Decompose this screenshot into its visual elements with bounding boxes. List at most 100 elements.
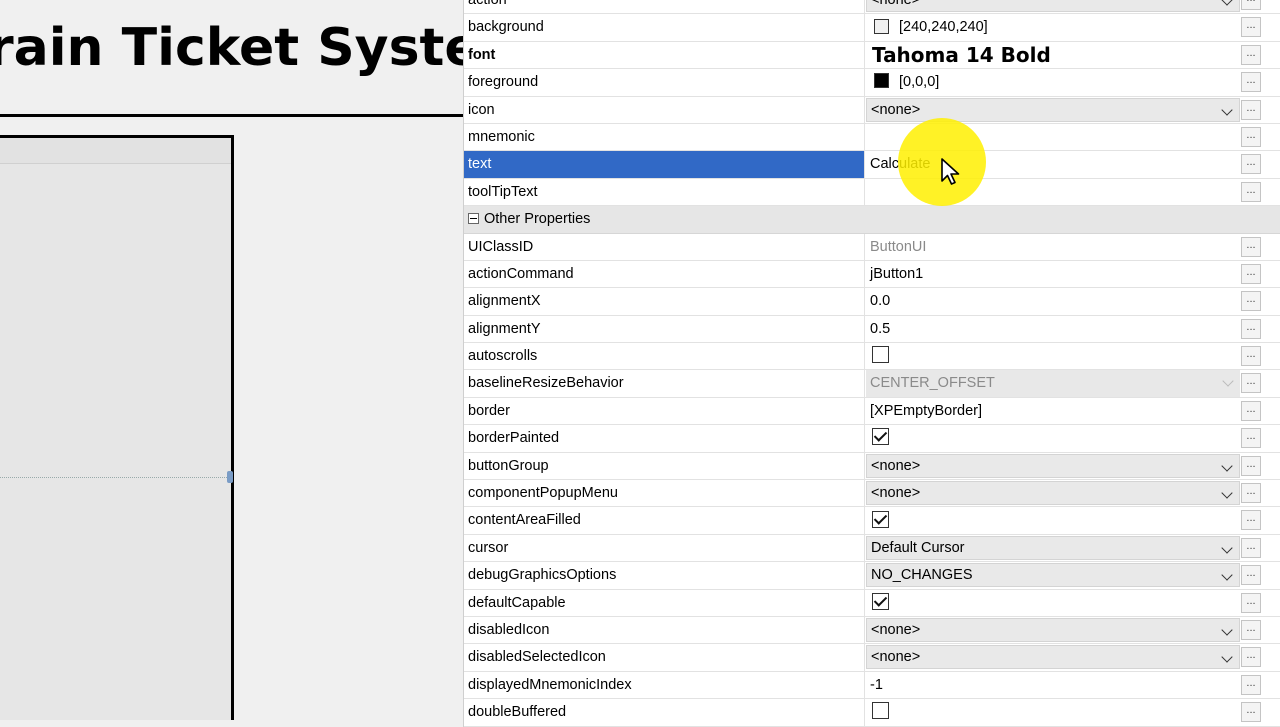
ellipsis-button[interactable]: ... <box>1241 0 1261 10</box>
property-row-uiclass-id[interactable]: UIClassID ButtonUI... <box>464 233 1280 261</box>
property-name[interactable]: text <box>464 151 865 178</box>
property-name[interactable]: toolTipText <box>464 178 865 206</box>
ellipsis-button[interactable]: ... <box>1241 72 1261 93</box>
chevron-down-icon[interactable] <box>1221 542 1233 554</box>
property-row-alignment-x[interactable]: alignmentX 0.0... <box>464 288 1280 316</box>
property-value-dropdown[interactable]: <none> <box>866 97 1240 122</box>
property-name[interactable]: buttonGroup <box>464 452 865 480</box>
ellipsis-button[interactable]: ... <box>1241 428 1261 449</box>
property-name[interactable]: disabledSelectedIcon <box>464 644 865 671</box>
ellipsis-button[interactable]: ... <box>1241 99 1261 120</box>
design-panel[interactable] <box>0 135 234 720</box>
ellipsis-button[interactable]: ... <box>1241 181 1261 202</box>
property-name[interactable]: foreground <box>464 69 865 96</box>
property-name[interactable]: icon <box>464 96 865 123</box>
property-value[interactable] <box>866 124 1240 150</box>
ellipsis-button[interactable]: ... <box>1241 291 1261 312</box>
property-row-cursor[interactable]: cursor Default Cursor... <box>464 534 1280 563</box>
property-row-disabled-selected-icon[interactable]: disabledSelectedIcon <none>... <box>464 644 1280 672</box>
chevron-down-icon[interactable] <box>1221 103 1233 116</box>
property-value-dropdown[interactable]: <none> <box>866 481 1240 506</box>
minus-square-icon[interactable] <box>468 213 479 225</box>
property-checkbox[interactable] <box>872 346 889 364</box>
ellipsis-button[interactable]: ... <box>1241 126 1261 147</box>
ellipsis-button[interactable]: ... <box>1241 373 1261 394</box>
property-row-disabled-icon[interactable]: disabledIcon <none>... <box>464 616 1280 645</box>
property-row-button-group[interactable]: buttonGroup <none>... <box>464 452 1280 481</box>
property-value-dropdown[interactable]: <none> <box>866 645 1240 670</box>
property-name[interactable]: autoscrolls <box>464 343 865 370</box>
property-value[interactable]: -1 <box>866 672 1240 698</box>
property-name[interactable]: background <box>464 14 865 41</box>
property-name[interactable]: defaultCapable <box>464 589 865 616</box>
property-name[interactable]: cursor <box>464 534 865 562</box>
property-checkbox[interactable] <box>872 592 889 610</box>
property-name[interactable]: debugGraphicsOptions <box>464 562 865 589</box>
ellipsis-button[interactable]: ... <box>1241 483 1261 504</box>
property-value[interactable] <box>866 179 1240 205</box>
property-name[interactable]: mnemonic <box>464 123 865 151</box>
property-name[interactable]: displayedMnemonicIndex <box>464 671 865 699</box>
property-row-content-area-filled[interactable]: contentAreaFilled... <box>464 507 1280 535</box>
property-row-default-capable[interactable]: defaultCapable... <box>464 589 1280 617</box>
property-row-border[interactable]: border [XPEmptyBorder]... <box>464 397 1280 426</box>
ellipsis-button[interactable]: ... <box>1241 565 1261 586</box>
resize-handle[interactable] <box>227 471 233 483</box>
property-value-dropdown[interactable]: <none> <box>866 0 1240 12</box>
property-name[interactable]: border <box>464 397 865 425</box>
property-row-displayed-mnemonic-index[interactable]: displayedMnemonicIndex -1... <box>464 671 1280 700</box>
ellipsis-button[interactable]: ... <box>1241 674 1261 695</box>
property-checkbox[interactable] <box>872 702 889 720</box>
property-row-component-popup-menu[interactable]: componentPopupMenu <none>... <box>464 480 1280 508</box>
property-name[interactable]: actionCommand <box>464 260 865 288</box>
property-value-color[interactable]: [0,0,0] <box>866 69 1240 95</box>
property-row-font[interactable]: font Tahoma 14 Bold... <box>464 41 1280 70</box>
property-value-dropdown[interactable]: NO_CHANGES <box>866 563 1240 588</box>
property-row-action[interactable]: action <none>... <box>464 0 1280 15</box>
ellipsis-button[interactable]: ... <box>1241 702 1261 723</box>
property-checkbox[interactable] <box>872 510 889 528</box>
property-value-dropdown[interactable]: <none> <box>866 617 1240 642</box>
chevron-down-icon[interactable] <box>1221 0 1233 6</box>
ellipsis-button[interactable]: ... <box>1241 44 1261 65</box>
property-value[interactable]: 0.5 <box>866 316 1240 342</box>
property-value[interactable]: jButton1 <box>866 261 1240 287</box>
ellipsis-button[interactable]: ... <box>1241 263 1261 284</box>
property-name[interactable]: componentPopupMenu <box>464 480 865 507</box>
ellipsis-button[interactable]: ... <box>1241 510 1261 531</box>
chevron-down-icon[interactable] <box>1221 459 1233 472</box>
property-name[interactable]: alignmentY <box>464 315 865 343</box>
chevron-down-icon[interactable] <box>1221 569 1233 581</box>
property-row-debug-graphics-options[interactable]: debugGraphicsOptions NO_CHANGES... <box>464 562 1280 590</box>
property-value[interactable]: Calculate <box>866 151 1240 177</box>
property-row-text[interactable]: text Calculate... <box>464 151 1280 179</box>
property-name[interactable]: doubleBuffered <box>464 699 865 726</box>
property-row-autoscrolls[interactable]: autoscrolls... <box>464 343 1280 371</box>
form-title-label[interactable]: rain Ticket Syster <box>0 18 463 78</box>
property-row-mnemonic[interactable]: mnemonic... <box>464 123 1280 152</box>
property-name[interactable]: font <box>464 41 865 69</box>
ellipsis-button[interactable]: ... <box>1241 619 1261 640</box>
property-name[interactable]: disabledIcon <box>464 616 865 644</box>
property-row-action-command[interactable]: actionCommand jButton1... <box>464 260 1280 289</box>
property-row-baseline-resize-behavior[interactable]: baselineResizeBehavior CENTER_OFFSET... <box>464 370 1280 398</box>
chevron-down-icon[interactable] <box>1221 624 1233 636</box>
ellipsis-button[interactable]: ... <box>1241 346 1261 367</box>
ellipsis-button[interactable]: ... <box>1241 236 1261 257</box>
property-value-dropdown[interactable]: <none> <box>866 453 1240 478</box>
design-panel-inner[interactable] <box>0 163 231 720</box>
ellipsis-button[interactable]: ... <box>1241 455 1261 476</box>
property-value-color[interactable]: [240,240,240] <box>866 14 1240 40</box>
property-row-icon[interactable]: icon <none>... <box>464 96 1280 124</box>
property-name[interactable]: baselineResizeBehavior <box>464 370 865 397</box>
chevron-down-icon[interactable] <box>1221 487 1233 499</box>
property-row-double-buffered[interactable]: doubleBuffered... <box>464 699 1280 727</box>
ellipsis-button[interactable]: ... <box>1241 592 1261 613</box>
ellipsis-button[interactable]: ... <box>1241 17 1261 38</box>
property-row-tool-tip-text[interactable]: toolTipText... <box>464 178 1280 207</box>
property-row-background[interactable]: background [240,240,240]... <box>464 14 1280 42</box>
ellipsis-button[interactable]: ... <box>1241 154 1261 175</box>
property-row-border-painted[interactable]: borderPainted... <box>464 425 1280 453</box>
property-name[interactable]: action <box>464 0 865 14</box>
form-designer[interactable]: rain Ticket Syster <box>0 0 463 720</box>
